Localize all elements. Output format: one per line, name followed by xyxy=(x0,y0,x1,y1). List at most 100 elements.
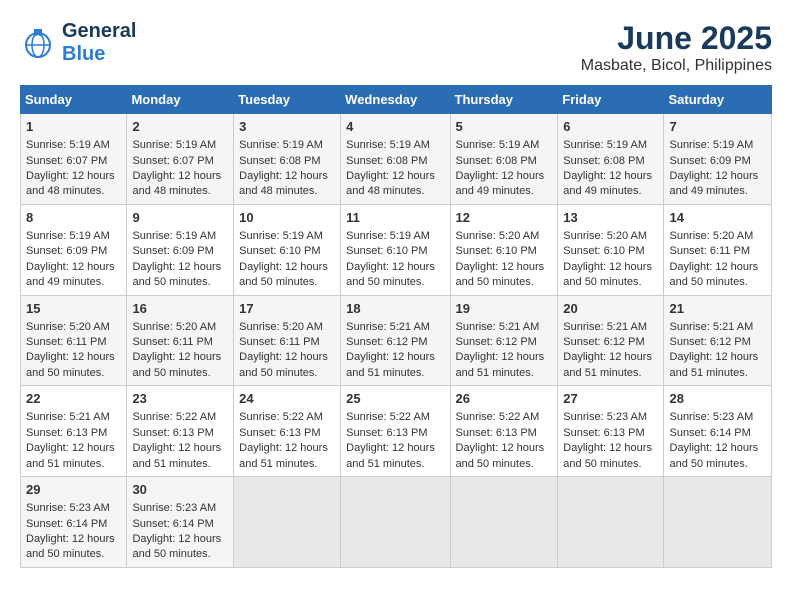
title-block: June 2025 Masbate, Bicol, Philippines xyxy=(581,20,772,75)
sunrise-label: Sunrise: 5:21 AM xyxy=(456,321,540,333)
daylight-label: Daylight: 12 hours and 50 minutes. xyxy=(132,351,221,378)
daylight-label: Daylight: 12 hours and 48 minutes. xyxy=(346,170,435,197)
calendar-cell: 8 Sunrise: 5:19 AM Sunset: 6:09 PM Dayli… xyxy=(21,204,127,295)
sunset-label: Sunset: 6:13 PM xyxy=(132,427,213,439)
daylight-label: Daylight: 12 hours and 50 minutes. xyxy=(669,261,758,288)
calendar-cell: 28 Sunrise: 5:23 AM Sunset: 6:14 PM Dayl… xyxy=(664,386,772,477)
sunrise-label: Sunrise: 5:19 AM xyxy=(132,230,216,242)
col-monday: Monday xyxy=(127,86,234,114)
daylight-label: Daylight: 12 hours and 51 minutes. xyxy=(456,351,545,378)
daylight-label: Daylight: 12 hours and 48 minutes. xyxy=(132,170,221,197)
day-number: 26 xyxy=(456,390,553,408)
sunset-label: Sunset: 6:10 PM xyxy=(239,245,320,257)
calendar-title: June 2025 xyxy=(581,20,772,57)
sunset-label: Sunset: 6:12 PM xyxy=(456,336,537,348)
daylight-label: Daylight: 12 hours and 51 minutes. xyxy=(563,351,652,378)
sunrise-label: Sunrise: 5:23 AM xyxy=(563,411,647,423)
day-number: 20 xyxy=(563,300,658,318)
col-tuesday: Tuesday xyxy=(234,86,341,114)
calendar-cell: 17 Sunrise: 5:20 AM Sunset: 6:11 PM Dayl… xyxy=(234,295,341,386)
sunrise-label: Sunrise: 5:21 AM xyxy=(669,321,753,333)
calendar-cell: 23 Sunrise: 5:22 AM Sunset: 6:13 PM Dayl… xyxy=(127,386,234,477)
sunset-label: Sunset: 6:11 PM xyxy=(669,245,750,257)
logo-icon xyxy=(20,25,56,61)
sunrise-label: Sunrise: 5:19 AM xyxy=(26,139,110,151)
sunrise-label: Sunrise: 5:23 AM xyxy=(26,502,110,514)
sunrise-label: Sunrise: 5:22 AM xyxy=(346,411,430,423)
calendar-cell: 24 Sunrise: 5:22 AM Sunset: 6:13 PM Dayl… xyxy=(234,386,341,477)
col-thursday: Thursday xyxy=(450,86,558,114)
sunrise-label: Sunrise: 5:23 AM xyxy=(132,502,216,514)
daylight-label: Daylight: 12 hours and 50 minutes. xyxy=(456,442,545,469)
col-saturday: Saturday xyxy=(664,86,772,114)
sunset-label: Sunset: 6:14 PM xyxy=(26,518,107,530)
sunset-label: Sunset: 6:07 PM xyxy=(132,155,213,167)
sunrise-label: Sunrise: 5:20 AM xyxy=(132,321,216,333)
calendar-cell xyxy=(341,477,450,568)
daylight-label: Daylight: 12 hours and 50 minutes. xyxy=(26,533,115,560)
calendar-cell: 26 Sunrise: 5:22 AM Sunset: 6:13 PM Dayl… xyxy=(450,386,558,477)
day-number: 4 xyxy=(346,118,444,136)
calendar-cell: 29 Sunrise: 5:23 AM Sunset: 6:14 PM Dayl… xyxy=(21,477,127,568)
sunrise-label: Sunrise: 5:19 AM xyxy=(456,139,540,151)
page-container: General Blue June 2025 Masbate, Bicol, P… xyxy=(20,20,772,568)
daylight-label: Daylight: 12 hours and 51 minutes. xyxy=(132,442,221,469)
daylight-label: Daylight: 12 hours and 49 minutes. xyxy=(456,170,545,197)
sunrise-label: Sunrise: 5:19 AM xyxy=(563,139,647,151)
sunrise-label: Sunrise: 5:20 AM xyxy=(563,230,647,242)
day-number: 9 xyxy=(132,209,228,227)
sunset-label: Sunset: 6:10 PM xyxy=(563,245,644,257)
calendar-cell: 14 Sunrise: 5:20 AM Sunset: 6:11 PM Dayl… xyxy=(664,204,772,295)
calendar-cell: 15 Sunrise: 5:20 AM Sunset: 6:11 PM Dayl… xyxy=(21,295,127,386)
sunset-label: Sunset: 6:08 PM xyxy=(346,155,427,167)
day-number: 17 xyxy=(239,300,335,318)
calendar-cell xyxy=(234,477,341,568)
daylight-label: Daylight: 12 hours and 51 minutes. xyxy=(669,351,758,378)
calendar-cell: 21 Sunrise: 5:21 AM Sunset: 6:12 PM Dayl… xyxy=(664,295,772,386)
calendar-row: 15 Sunrise: 5:20 AM Sunset: 6:11 PM Dayl… xyxy=(21,295,772,386)
sunset-label: Sunset: 6:09 PM xyxy=(26,245,107,257)
daylight-label: Daylight: 12 hours and 50 minutes. xyxy=(132,533,221,560)
calendar-cell: 22 Sunrise: 5:21 AM Sunset: 6:13 PM Dayl… xyxy=(21,386,127,477)
calendar-cell: 16 Sunrise: 5:20 AM Sunset: 6:11 PM Dayl… xyxy=(127,295,234,386)
sunset-label: Sunset: 6:12 PM xyxy=(346,336,427,348)
daylight-label: Daylight: 12 hours and 49 minutes. xyxy=(563,170,652,197)
calendar-cell: 11 Sunrise: 5:19 AM Sunset: 6:10 PM Dayl… xyxy=(341,204,450,295)
calendar-row: 22 Sunrise: 5:21 AM Sunset: 6:13 PM Dayl… xyxy=(21,386,772,477)
calendar-cell: 27 Sunrise: 5:23 AM Sunset: 6:13 PM Dayl… xyxy=(558,386,664,477)
calendar-cell: 13 Sunrise: 5:20 AM Sunset: 6:10 PM Dayl… xyxy=(558,204,664,295)
day-number: 6 xyxy=(563,118,658,136)
sunrise-label: Sunrise: 5:22 AM xyxy=(132,411,216,423)
sunset-label: Sunset: 6:13 PM xyxy=(26,427,107,439)
calendar-row: 29 Sunrise: 5:23 AM Sunset: 6:14 PM Dayl… xyxy=(21,477,772,568)
sunset-label: Sunset: 6:08 PM xyxy=(456,155,537,167)
calendar-subtitle: Masbate, Bicol, Philippines xyxy=(581,57,772,75)
sunset-label: Sunset: 6:13 PM xyxy=(346,427,427,439)
calendar-cell: 25 Sunrise: 5:22 AM Sunset: 6:13 PM Dayl… xyxy=(341,386,450,477)
sunrise-label: Sunrise: 5:19 AM xyxy=(669,139,753,151)
sunset-label: Sunset: 6:13 PM xyxy=(563,427,644,439)
sunset-label: Sunset: 6:07 PM xyxy=(26,155,107,167)
calendar-cell: 3 Sunrise: 5:19 AM Sunset: 6:08 PM Dayli… xyxy=(234,114,341,205)
day-number: 13 xyxy=(563,209,658,227)
day-number: 28 xyxy=(669,390,766,408)
day-number: 10 xyxy=(239,209,335,227)
daylight-label: Daylight: 12 hours and 50 minutes. xyxy=(346,261,435,288)
sunrise-label: Sunrise: 5:22 AM xyxy=(456,411,540,423)
calendar-cell xyxy=(558,477,664,568)
calendar-cell: 6 Sunrise: 5:19 AM Sunset: 6:08 PM Dayli… xyxy=(558,114,664,205)
day-number: 30 xyxy=(132,481,228,499)
calendar-cell: 4 Sunrise: 5:19 AM Sunset: 6:08 PM Dayli… xyxy=(341,114,450,205)
sunset-label: Sunset: 6:08 PM xyxy=(239,155,320,167)
sunset-label: Sunset: 6:13 PM xyxy=(239,427,320,439)
calendar-cell xyxy=(664,477,772,568)
sunrise-label: Sunrise: 5:21 AM xyxy=(346,321,430,333)
day-number: 18 xyxy=(346,300,444,318)
day-number: 8 xyxy=(26,209,121,227)
calendar-cell: 1 Sunrise: 5:19 AM Sunset: 6:07 PM Dayli… xyxy=(21,114,127,205)
day-number: 3 xyxy=(239,118,335,136)
calendar-cell: 9 Sunrise: 5:19 AM Sunset: 6:09 PM Dayli… xyxy=(127,204,234,295)
day-number: 7 xyxy=(669,118,766,136)
daylight-label: Daylight: 12 hours and 50 minutes. xyxy=(26,351,115,378)
daylight-label: Daylight: 12 hours and 50 minutes. xyxy=(456,261,545,288)
